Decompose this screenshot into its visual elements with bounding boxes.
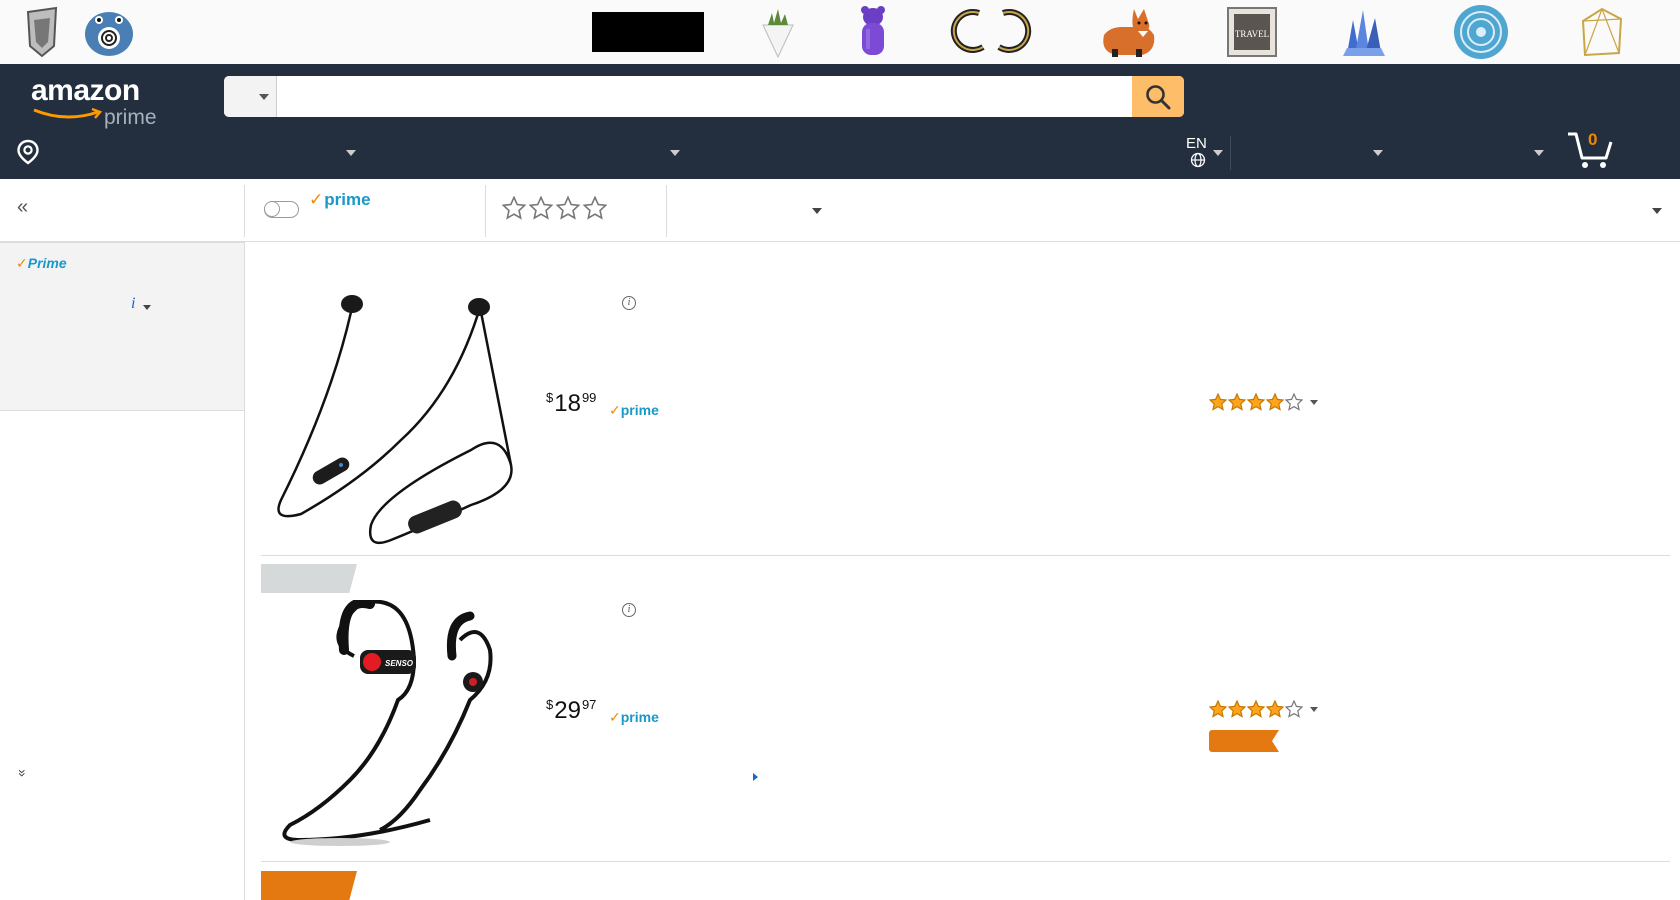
- sponsored-tag-next-result: [261, 871, 357, 900]
- empty-star-icon: [529, 196, 553, 220]
- product-prime-badge: ✓prime: [609, 709, 659, 726]
- logo-prime-text: prime: [104, 106, 157, 129]
- subnav-divider: [1230, 136, 1231, 170]
- expand-down-icon[interactable]: »: [15, 769, 31, 777]
- sponsored-info-icon[interactable]: i: [622, 296, 636, 310]
- globe-icon: [1190, 152, 1206, 168]
- star-filled-icon: [1228, 700, 1246, 718]
- empty-star-icon: [502, 196, 526, 220]
- star-filled-icon: [1209, 393, 1227, 411]
- deal-travel-frame-thumbnail[interactable]: TRAVEL: [1226, 4, 1278, 60]
- prime-filter-text: prime: [324, 190, 371, 209]
- price-currency: $: [546, 697, 554, 712]
- star-rating-filter[interactable]: [502, 196, 607, 220]
- product-rating[interactable]: [1209, 393, 1318, 411]
- location-pin-icon[interactable]: [16, 139, 40, 165]
- filter-divider: [666, 185, 667, 237]
- cart-count-badge: 0: [1588, 130, 1598, 149]
- result-divider: [261, 861, 1670, 862]
- star-filled-icon: [1247, 393, 1265, 411]
- product-price: $1899: [546, 390, 596, 418]
- prime-badge-text: prime: [620, 709, 659, 725]
- sort-dropdown-chevron-down-icon[interactable]: [1652, 208, 1662, 214]
- prime-badge-text: prime: [620, 402, 659, 418]
- prime-check-icon: ✓: [609, 709, 621, 725]
- deal-terrarium-thumbnail[interactable]: [1574, 4, 1630, 60]
- price-cents: 97: [581, 697, 597, 712]
- see-more-chevron-right-icon[interactable]: [753, 773, 758, 781]
- deal-mandala-thumbnail[interactable]: [1450, 4, 1512, 60]
- star-filled-icon: [1247, 700, 1265, 718]
- filter-divider: [485, 185, 486, 237]
- prime-filter-label: ✓prime: [309, 190, 371, 210]
- site-header: amazon prime EN 0: [0, 64, 1680, 179]
- deal-crystal-thumbnail[interactable]: [1340, 4, 1388, 60]
- sidebar-info-icon[interactable]: i: [131, 295, 135, 313]
- amazon-prime-logo[interactable]: amazon prime: [28, 74, 178, 129]
- search-button[interactable]: [1132, 76, 1184, 117]
- logo-wordmark: amazon: [31, 74, 140, 107]
- prime-check-icon: ✓: [609, 402, 621, 418]
- sidebar-chevron-down-icon[interactable]: [143, 305, 151, 310]
- logo-smile-icon: [33, 107, 103, 119]
- result-divider: [261, 555, 1670, 556]
- deal-gummy-bear-lamp-thumbnail[interactable]: [858, 4, 888, 60]
- product-image-senso-earbuds[interactable]: SENSO: [280, 598, 510, 855]
- rating-chevron-down-icon[interactable]: [1310, 706, 1318, 712]
- prime-menu-chevron-down-icon[interactable]: [1534, 150, 1544, 156]
- star-filled-icon: [1266, 700, 1284, 718]
- empty-star-icon: [583, 196, 607, 220]
- search-icon: [1146, 84, 1171, 109]
- deals-strip: TRAVEL: [0, 0, 1680, 64]
- search-bar: [224, 76, 1184, 117]
- price-whole: 29: [554, 697, 581, 724]
- price-whole: 18: [554, 390, 581, 417]
- star-filled-icon: [1266, 393, 1284, 411]
- departments-chevron-down-icon[interactable]: [670, 150, 680, 156]
- star-empty-icon: [1285, 393, 1303, 411]
- star-empty-icon: [1285, 700, 1303, 718]
- deal-fox-plush-thumbnail[interactable]: [1098, 4, 1160, 60]
- language-chevron-down-icon[interactable]: [1213, 150, 1223, 156]
- star-filled-icon: [1209, 700, 1227, 718]
- prime-check-icon: ✓: [16, 255, 28, 271]
- product-prime-badge: ✓prime: [609, 402, 659, 419]
- chevron-down-icon: [259, 94, 269, 100]
- product-rating[interactable]: [1209, 700, 1318, 718]
- deliver-to-chevron-down-icon[interactable]: [346, 150, 356, 156]
- sidebar-prime-label[interactable]: ✓Prime: [16, 255, 67, 272]
- best-seller-tag: [1209, 730, 1279, 752]
- empty-star-icon: [556, 196, 580, 220]
- deal-planter-thumbnail[interactable]: [758, 4, 798, 60]
- product-image-neckband-earbuds[interactable]: [271, 290, 521, 555]
- account-chevron-down-icon[interactable]: [1373, 150, 1383, 156]
- sponsored-info-icon[interactable]: i: [622, 603, 636, 617]
- filter-bar: « ✓prime: [0, 179, 1680, 242]
- collapse-sidebar-icon[interactable]: «: [17, 196, 28, 219]
- deal-earrings-thumbnail[interactable]: [948, 4, 1034, 60]
- filter-divider: [244, 185, 245, 237]
- deal-mirror-art-thumbnail[interactable]: [20, 4, 64, 60]
- price-currency: $: [546, 390, 554, 405]
- svg-text:TRAVEL: TRAVEL: [1235, 29, 1269, 39]
- svg-text:SENSO: SENSO: [385, 659, 414, 668]
- sidebar-prime-text: Prime: [27, 255, 67, 271]
- deal-plush-thumbnail[interactable]: [80, 4, 138, 60]
- rating-chevron-down-icon[interactable]: [1310, 399, 1318, 405]
- search-input[interactable]: [278, 76, 1134, 117]
- prime-check-icon: ✓: [309, 190, 324, 209]
- prime-filter-toggle[interactable]: [264, 201, 299, 218]
- search-department-dropdown[interactable]: [224, 76, 277, 117]
- filter-dropdown-chevron-down-icon[interactable]: [812, 208, 822, 214]
- sponsored-tag: [261, 564, 357, 593]
- star-filled-icon: [1228, 393, 1246, 411]
- header-subnav: EN 0: [0, 130, 1680, 179]
- price-cents: 99: [581, 390, 597, 405]
- product-price: $2997: [546, 697, 596, 725]
- sidebar-divider: [244, 410, 245, 900]
- language-selector[interactable]: EN: [1186, 135, 1207, 152]
- redacted-banner: [592, 4, 704, 60]
- toggle-knob: [264, 201, 280, 217]
- filter-sidebar: ✓Prime i: [0, 242, 245, 411]
